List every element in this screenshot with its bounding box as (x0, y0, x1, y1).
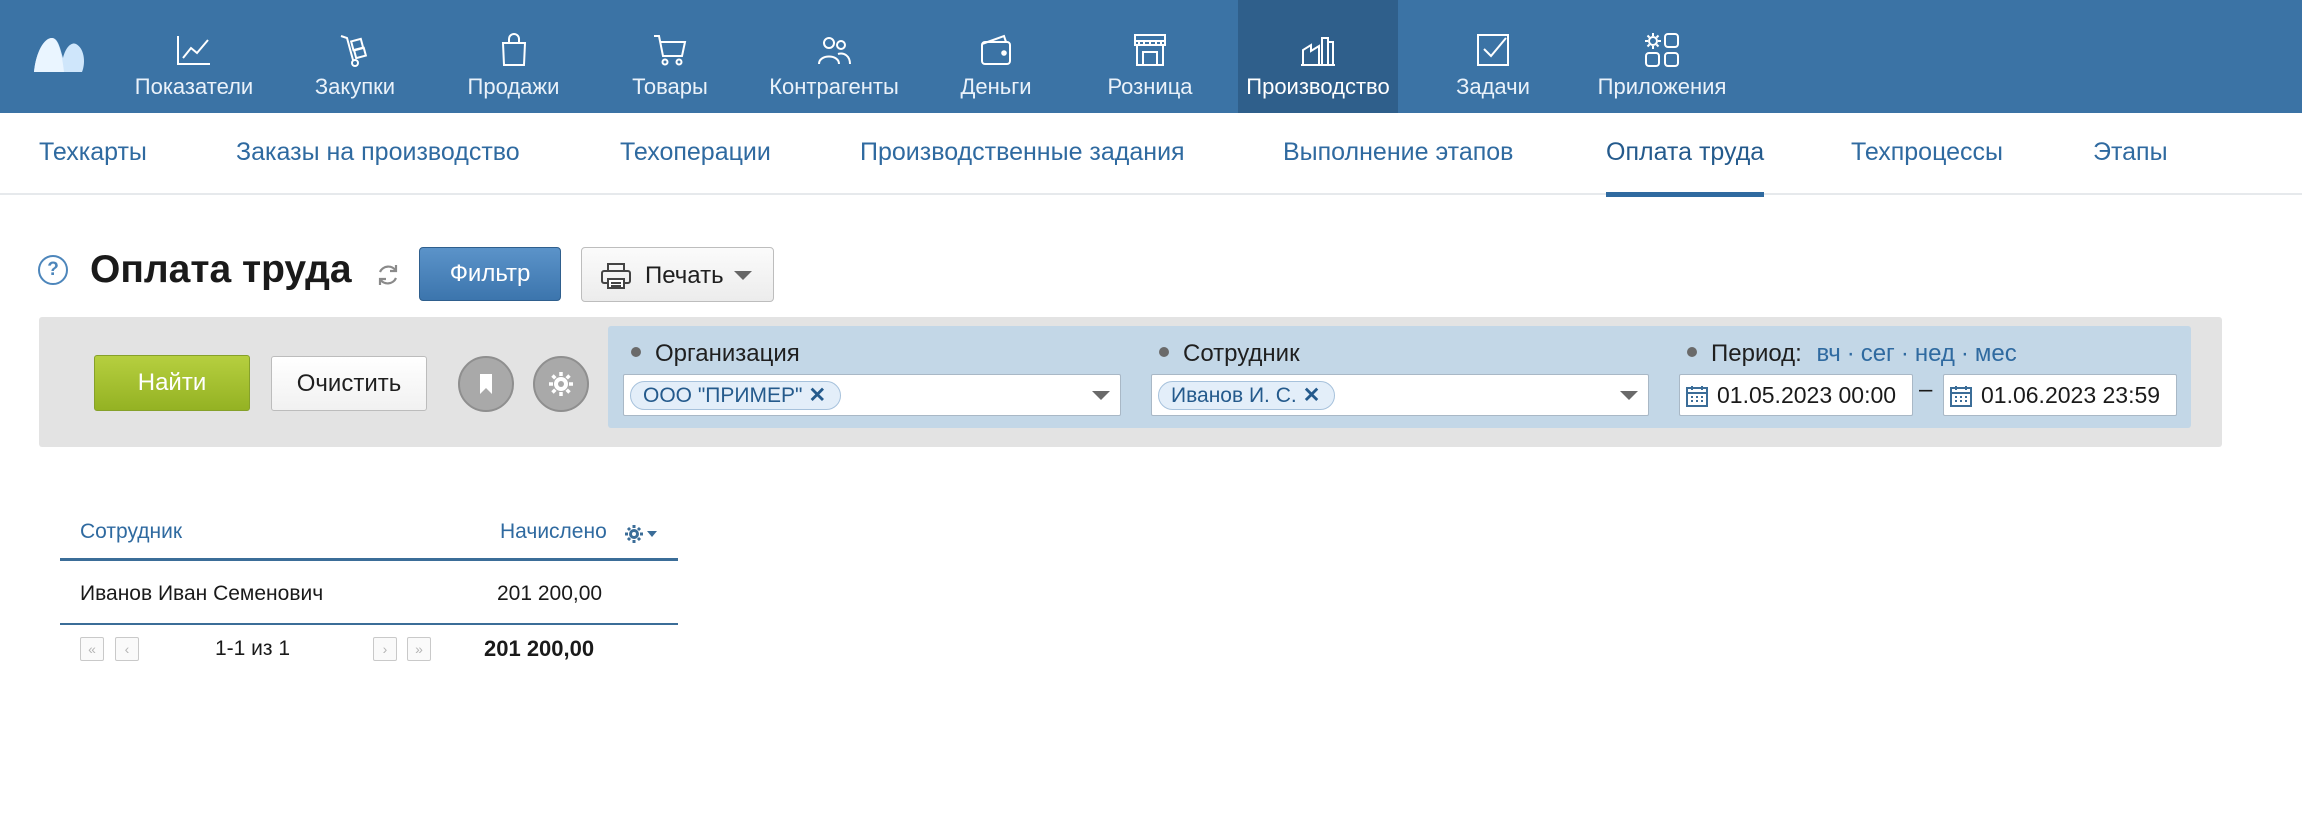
bookmark-icon (480, 374, 492, 394)
nav-item-money[interactable]: Деньги (950, 0, 1042, 113)
print-button[interactable]: Печать (581, 247, 774, 302)
nav-item-label: Производство (1246, 74, 1390, 99)
nav-item-label: Контрагенты (769, 74, 899, 99)
column-settings-icon[interactable] (625, 524, 659, 544)
checkbox-icon (1477, 34, 1509, 66)
nav-item-label: Закупки (314, 74, 396, 99)
logo-icon[interactable] (30, 32, 86, 76)
nav-item-label: Продажи (467, 74, 560, 99)
nav-item-sales[interactable]: Продажи (456, 0, 571, 113)
chevron-down-icon (1092, 391, 1110, 400)
last-page-icon[interactable]: » (407, 637, 431, 661)
nav-item-goods[interactable]: Товары (620, 0, 720, 113)
period-week-link[interactable]: нед (1915, 340, 1955, 367)
remove-tag-icon[interactable]: ✕ (1303, 384, 1321, 407)
period-from-value: 01.05.2023 00:00 (1717, 382, 1897, 408)
tab-production-tasks[interactable]: Производственные задания (860, 113, 1185, 195)
period-to-input[interactable]: 01.06.2023 23:59 (1943, 374, 2177, 416)
employee-tag: Иванов И. С. ✕ (1158, 381, 1336, 410)
refresh-icon[interactable] (375, 262, 401, 288)
printer-icon (601, 263, 631, 289)
employee-label: Сотрудник (1159, 340, 1300, 368)
pagination-info: 1-1 из 1 (215, 637, 291, 660)
nav-item-retail[interactable]: Розница (1102, 0, 1198, 113)
employee-select[interactable]: Иванов И. С. ✕ (1151, 374, 1649, 416)
tab-payroll[interactable]: Оплата труда (1606, 113, 1765, 197)
people-icon (818, 37, 851, 65)
nav-item-indicators[interactable]: Показатели (124, 0, 264, 113)
nav-item-purchases[interactable]: Закупки (300, 0, 410, 113)
table-header-divider (60, 558, 678, 561)
chevron-down-icon (734, 271, 752, 280)
calendar-icon[interactable] (1949, 384, 1973, 408)
bookmark-button[interactable] (458, 356, 514, 412)
help-icon[interactable]: ? (38, 255, 68, 285)
cart-icon (654, 35, 687, 66)
nav-item-label: Показатели (134, 74, 254, 99)
nav-item-counterparties[interactable]: Контрагенты (762, 0, 906, 113)
nav-item-label: Товары (632, 74, 708, 99)
tab-tech-operations[interactable]: Техоперации (620, 113, 771, 195)
nav-item-label: Деньги (960, 74, 1032, 99)
page-title: Оплата труда (90, 248, 352, 291)
nav-item-label: Приложения (1597, 74, 1727, 99)
wallet-icon (981, 34, 1011, 65)
settings-button[interactable] (533, 356, 589, 412)
remove-tag-icon[interactable]: ✕ (808, 384, 826, 407)
chart-line-icon (177, 36, 210, 65)
factory-icon (1301, 37, 1335, 66)
apps-icon (1645, 33, 1679, 67)
sub-navigation: Техкарты Заказы на производство Техопера… (0, 113, 2302, 197)
tab-production-orders[interactable]: Заказы на производство (236, 113, 520, 195)
shopping-bag-icon (501, 33, 526, 66)
nav-item-tasks[interactable]: Задачи (1448, 0, 1538, 113)
storefront-icon (1134, 34, 1166, 66)
tab-stage-execution[interactable]: Выполнение этапов (1283, 113, 1513, 195)
hand-truck-icon (340, 35, 368, 67)
table-footer-divider (60, 623, 678, 625)
find-button[interactable]: Найти (94, 355, 250, 411)
nav-item-label: Розница (1107, 74, 1193, 99)
nav-item-apps[interactable]: Приложения (1592, 0, 1732, 113)
period-today-link[interactable]: сег (1861, 340, 1895, 367)
calendar-icon[interactable] (1685, 384, 1709, 408)
next-page-icon[interactable]: › (373, 637, 397, 661)
total-accrued: 201 200,00 (484, 636, 595, 661)
tab-tech-cards[interactable]: Техкарты (39, 113, 147, 195)
organization-label: Организация (631, 340, 800, 368)
column-header-accrued[interactable]: Начислено (500, 520, 607, 544)
chevron-down-icon (1620, 391, 1638, 400)
prev-page-icon[interactable]: ‹ (115, 637, 139, 661)
organization-select[interactable]: ООО "ПРИМЕР" ✕ (623, 374, 1121, 416)
column-header-employee[interactable]: Сотрудник (80, 520, 182, 544)
period-to-value: 01.06.2023 23:59 (1981, 382, 2161, 408)
cell-employee: Иванов Иван Семенович (80, 582, 324, 605)
first-page-icon[interactable]: « (80, 637, 104, 661)
tab-stages[interactable]: Этапы (2093, 113, 2168, 195)
period-from-input[interactable]: 01.05.2023 00:00 (1679, 374, 1913, 416)
nav-item-label: Задачи (1456, 74, 1530, 99)
filter-button[interactable]: Фильтр (419, 247, 561, 301)
period-month-link[interactable]: мес (1975, 340, 2017, 367)
period-label: Период: вч · сег · нед · мес (1687, 340, 2017, 368)
period-dash: – (1919, 376, 1933, 403)
tab-tech-processes[interactable]: Техпроцессы (1851, 113, 2003, 195)
period-yesterday-link[interactable]: вч (1817, 340, 1841, 367)
cell-accrued: 201 200,00 (497, 582, 603, 605)
print-button-label: Печать (645, 262, 724, 289)
nav-item-production[interactable]: Производство (1238, 0, 1398, 113)
organization-tag: ООО "ПРИМЕР" ✕ (630, 381, 842, 410)
top-navigation: Показатели Закупки Продажи Товары Контра… (0, 0, 2302, 113)
clear-button[interactable]: Очистить (271, 356, 427, 411)
gear-icon (549, 372, 573, 396)
